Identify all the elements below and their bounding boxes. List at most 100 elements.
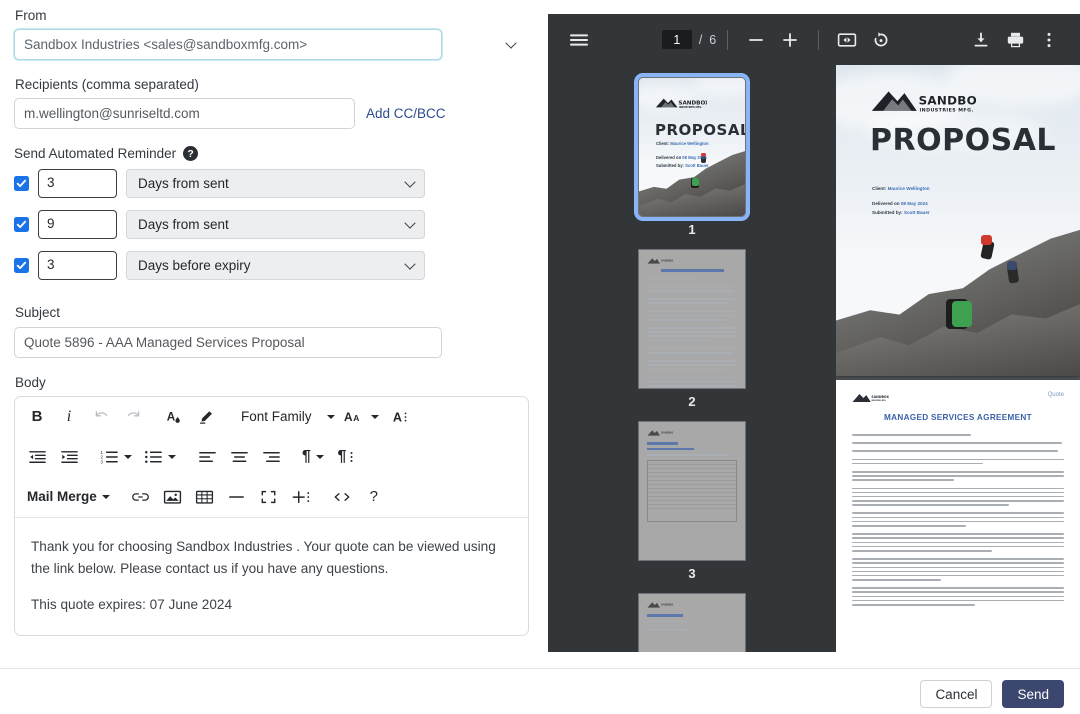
reminder-unit-select[interactable]: Days before expiry [126,251,425,281]
editor-toolbar-row-3: Mail Merge ? [15,477,528,517]
email-form-panel: From Sandbox Industries <sales@sandboxmf… [0,0,540,668]
zoom-in-button[interactable] [773,23,807,57]
page-corner-label: Quote [1047,392,1064,398]
proposal-logo: SANDBOX INDUSTRIES MFG. [870,87,976,117]
font-family-caret-icon[interactable] [322,401,338,433]
rotate-icon[interactable] [864,23,898,57]
chevron-down-icon [507,40,516,49]
pdf-thumbnail-page-1[interactable]: SANDBOX INDUSTRIES MFG. PROPOSAL Client:… [634,73,750,221]
align-center-icon[interactable] [223,441,255,473]
reminder-days-input[interactable]: 3 [38,169,117,199]
pdf-thumbnail[interactable]: SANDBOX [638,249,746,417]
image-icon[interactable] [157,481,189,513]
svg-text:A: A [392,410,401,424]
svg-text:SANDBOX: SANDBOX [871,395,889,399]
sandbox-logo-icon: SANDBOX INDUSTRIES MFG. [655,98,707,109]
from-select[interactable]: Sandbox Industries <sales@sandboxmfg.com… [13,28,443,62]
reminder-checkbox[interactable] [14,176,29,192]
thumbnail-page-number: 3 [688,566,696,581]
reminder-unit-select[interactable]: Days from sent [126,210,425,240]
reminder-unit-select-wrapper[interactable]: Days before expiry [126,251,425,281]
recipients-label: Recipients (comma separated) [15,77,199,93]
svg-text:A: A [167,410,176,423]
reminder-unit-select-wrapper[interactable]: Days from sent [126,169,425,199]
bold-button[interactable]: B [21,401,53,433]
print-icon[interactable] [998,23,1032,57]
pdf-thumbnail[interactable]: SANDBOX 4 [638,593,746,652]
toolbar-divider [727,29,729,50]
plus-more-icon[interactable] [285,481,317,513]
pdf-thumbnail-page-4[interactable]: SANDBOX [638,593,746,652]
editor-toolbar-row-2: 123 ¶ ¶ [15,437,528,477]
table-icon[interactable] [189,481,221,513]
reminder-unit-select-wrapper[interactable]: Days from sent [126,210,425,240]
help-button[interactable]: ? [358,481,390,513]
font-family-dropdown[interactable]: Font Family [231,401,322,433]
italic-button[interactable]: i [53,401,85,433]
bullet-list-icon[interactable] [138,441,182,473]
reminder-days-input[interactable]: 3 [38,251,117,281]
pdf-thumbnail[interactable]: SANDBOX 3 [638,421,746,589]
pdf-thumbnail-page-3[interactable]: SANDBOX [638,421,746,561]
pdf-thumbnail[interactable]: SANDBOX INDUSTRIES MFG. PROPOSAL Client:… [634,73,750,245]
footer-divider [0,668,1080,669]
pdf-viewer-body: SANDBOX INDUSTRIES MFG. PROPOSAL Client:… [548,65,1080,652]
send-button[interactable]: Send [1002,680,1064,708]
link-icon[interactable] [125,481,157,513]
fit-page-icon[interactable] [830,23,864,57]
add-cc-bcc-link[interactable]: Add CC/BCC [366,106,446,121]
indent-icon[interactable] [53,441,85,473]
email-body-editor[interactable]: Thank you for choosing Sandbox Industrie… [15,516,528,635]
submitted-value: Scott Bauer [903,209,930,215]
sandbox-logo-icon: SANDBOX INDUSTRIES MFG. [852,394,890,402]
zoom-out-button[interactable] [739,23,773,57]
action-buttons: Cancel Send [920,680,1064,708]
font-size-dropdown[interactable]: AA [338,401,385,433]
reminder-row: 9 Days from sent [14,210,526,240]
hamburger-icon[interactable] [562,23,596,57]
client-key: Client: [872,186,887,191]
proposal-meta-lines: Delivered on 08 May 2024 Submitted by: S… [872,200,930,217]
proposal-title: PROPOSAL [870,123,1057,158]
reminder-unit-select[interactable]: Days from sent [126,169,425,199]
paragraph-more-icon[interactable]: ¶ [330,441,362,473]
code-icon[interactable] [326,481,358,513]
text-color-icon[interactable]: A [158,401,190,433]
horizontal-rule-icon[interactable] [221,481,253,513]
redo-button[interactable] [117,401,149,433]
sandbox-logo-icon: SANDBOX INDUSTRIES MFG. [871,91,976,114]
download-icon[interactable] [964,23,998,57]
cancel-button[interactable]: Cancel [920,680,993,708]
delivered-value: 08 May 2024 [900,201,928,206]
align-right-icon[interactable] [255,441,287,473]
subject-input[interactable]: Quote 5896 - AAA Managed Services Propos… [14,326,442,358]
pdf-thumbnail-sidebar[interactable]: SANDBOX INDUSTRIES MFG. PROPOSAL Client:… [548,65,836,652]
delivered-key: Delivered on [872,201,900,206]
undo-button[interactable] [85,401,117,433]
rich-text-editor: B i A Font Family A A A 1 2 3 ¶ ¶ Mail M… [14,395,529,636]
reminder-days-input[interactable]: 9 [38,210,117,240]
page-number-input[interactable]: 1 [661,30,692,49]
agreement-body-text [852,434,1064,606]
more-vertical-icon[interactable] [1032,23,1066,57]
highlighter-icon[interactable] [190,401,222,433]
text-style-button[interactable]: A [385,401,417,433]
reminder-row: 3 Days before expiry [14,251,526,281]
pdf-page-canvas[interactable]: SANDBOX INDUSTRIES MFG. PROPOSAL Client:… [836,65,1080,652]
subject-label: Subject [15,305,61,321]
question-mark-icon[interactable]: ? [183,146,199,162]
align-left-icon[interactable] [191,441,223,473]
svg-text:A: A [344,410,353,424]
pdf-thumbnail-page-2[interactable]: SANDBOX [638,249,746,389]
reminder-checkbox[interactable] [14,217,29,233]
page-total: / 6 [699,33,716,47]
fullscreen-icon[interactable] [253,481,285,513]
recipients-input[interactable]: m.wellington@sunriseltd.com [14,98,355,130]
reminder-checkbox[interactable] [14,258,29,274]
outdent-icon[interactable] [21,441,53,473]
proposal-client-line: Client: Maurice Wellington [872,185,930,194]
paragraph-icon[interactable]: ¶ [296,441,330,473]
numbered-list-icon[interactable]: 123 [94,441,138,473]
from-select-wrapper[interactable]: Sandbox Industries <sales@sandboxmfg.com… [13,28,526,62]
mail-merge-dropdown[interactable]: Mail Merge [21,481,116,513]
